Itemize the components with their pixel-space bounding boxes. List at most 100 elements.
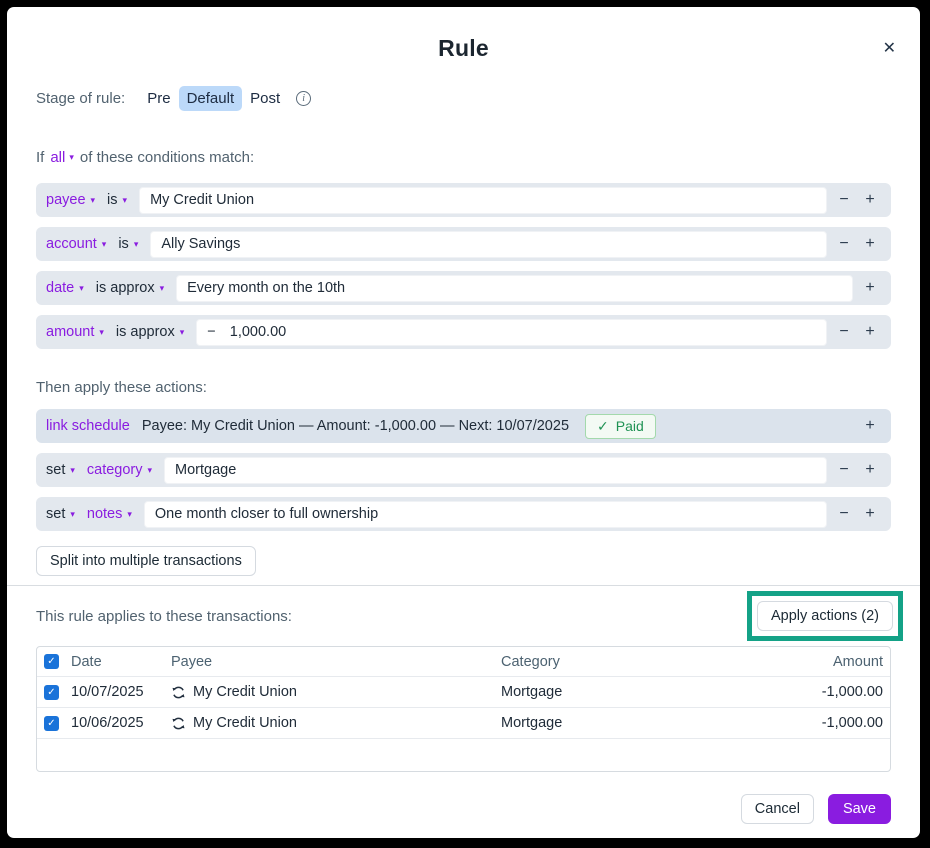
column-header-amount: Amount [833, 654, 883, 670]
conditions-heading: If all ▾ of these conditions match: [36, 149, 891, 166]
chevron-down-icon: ▾ [134, 240, 139, 249]
transaction-date: 10/07/2025 [71, 684, 171, 700]
select-all-checkbox[interactable]: ✓ [44, 654, 59, 669]
condition-op-label: is [107, 192, 117, 208]
stage-option-post[interactable]: Post [242, 86, 288, 111]
action-verb-label: set [46, 462, 65, 478]
stage-label: Stage of rule: [36, 90, 125, 107]
condition-op-select[interactable]: is approx ▾ [116, 324, 184, 340]
cancel-button[interactable]: Cancel [741, 794, 814, 824]
stage-option-default[interactable]: Default [179, 86, 243, 111]
action-value-input[interactable] [164, 457, 827, 484]
column-header-date: Date [71, 654, 171, 670]
remove-action-button[interactable]: − [831, 456, 857, 484]
condition-field-select[interactable]: payee ▾ [46, 192, 95, 208]
chevron-down-icon: ▾ [91, 196, 96, 205]
add-condition-button[interactable]: + [857, 230, 883, 258]
chevron-down-icon: ▾ [79, 284, 84, 293]
add-action-button[interactable]: + [857, 456, 883, 484]
action-field-select[interactable]: notes ▾ [87, 506, 132, 522]
remove-action-button[interactable]: − [831, 500, 857, 528]
check-icon: ✓ [47, 687, 55, 698]
link-schedule-button[interactable]: link schedule [46, 418, 130, 434]
transaction-amount: -1,000.00 [822, 684, 883, 700]
transaction-row[interactable]: ✓ 10/07/2025 My Credit Union Mortgage -1… [37, 676, 890, 707]
link-schedule-label: link schedule [46, 418, 130, 434]
modal-footer: Cancel Save [36, 794, 891, 824]
transactions-table-header: ✓ Date Payee Category Amount [37, 647, 890, 676]
transaction-row[interactable]: ✓ 10/06/2025 My Credit Union Mortgage -1… [37, 707, 890, 738]
action-field-label: notes [87, 506, 122, 522]
transaction-amount: -1,000.00 [822, 715, 883, 731]
chevron-down-icon: ▾ [148, 466, 153, 475]
condition-field-select[interactable]: amount ▾ [46, 324, 104, 340]
column-header-category: Category [501, 654, 833, 670]
remove-condition-button[interactable]: − [831, 186, 857, 214]
action-verb-select[interactable]: set ▾ [46, 506, 75, 522]
row-controls: − + [831, 500, 883, 528]
paid-status-badge: ✓ Paid [585, 414, 656, 439]
paid-badge-label: Paid [616, 418, 644, 434]
match-operator-value: all [50, 149, 65, 166]
add-action-button[interactable]: + [857, 500, 883, 528]
chevron-down-icon: ▾ [99, 328, 104, 337]
condition-field-label: payee [46, 192, 86, 208]
check-icon: ✓ [47, 718, 55, 729]
stage-option-pre[interactable]: Pre [139, 86, 178, 111]
recurring-icon [171, 685, 186, 700]
split-transactions-button[interactable]: Split into multiple transactions [36, 546, 256, 576]
action-field-label: category [87, 462, 143, 478]
chevron-down-icon: ▾ [160, 284, 165, 293]
condition-op-select[interactable]: is ▾ [118, 236, 138, 252]
condition-op-label: is [118, 236, 128, 252]
chevron-down-icon: ▾ [180, 328, 185, 337]
chevron-down-icon: ▾ [70, 510, 75, 519]
condition-value-input[interactable] [150, 231, 827, 258]
actions-list: link schedule Payee: My Credit Union — A… [36, 409, 891, 531]
chevron-down-icon: ▾ [127, 510, 132, 519]
action-verb-select[interactable]: set ▾ [46, 462, 75, 478]
close-icon[interactable]: ✕ [883, 41, 896, 57]
conditions-heading-prefix: If [36, 149, 44, 166]
action-field-select[interactable]: category ▾ [87, 462, 152, 478]
apply-actions-highlight-box: Apply actions (2) [747, 591, 903, 641]
recurring-icon [171, 716, 186, 731]
amount-value: 1,000.00 [230, 324, 286, 340]
add-action-button[interactable]: + [857, 412, 883, 440]
chevron-down-icon: ▾ [70, 466, 75, 475]
condition-row-amount: amount ▾ is approx ▾ − 1,000.00 − + [36, 315, 891, 349]
transactions-table: ✓ Date Payee Category Amount ✓ 10/07/202… [36, 646, 891, 772]
linked-schedule-row: link schedule Payee: My Credit Union — A… [36, 409, 891, 443]
condition-value-input[interactable] [176, 275, 853, 302]
condition-amount-field[interactable]: − 1,000.00 [196, 319, 827, 346]
chevron-down-icon: ▾ [102, 240, 107, 249]
add-condition-button[interactable]: + [857, 318, 883, 346]
condition-field-select[interactable]: account ▾ [46, 236, 106, 252]
transaction-payee: My Credit Union [193, 715, 297, 731]
section-divider [7, 585, 920, 586]
row-checkbox[interactable]: ✓ [44, 685, 59, 700]
row-controls: − + [831, 318, 883, 346]
add-condition-button[interactable]: + [857, 274, 883, 302]
row-controls: − + [831, 456, 883, 484]
add-condition-button[interactable]: + [857, 186, 883, 214]
apply-actions-button[interactable]: Apply actions (2) [757, 601, 893, 631]
remove-condition-button[interactable]: − [831, 318, 857, 346]
remove-condition-button[interactable]: − [831, 230, 857, 258]
schedule-description: Payee: My Credit Union — Amount: -1,000.… [142, 418, 569, 434]
condition-value-input[interactable] [139, 187, 827, 214]
transactions-header: This rule applies to these transactions:… [36, 591, 891, 641]
amount-sign-toggle[interactable]: − [207, 324, 215, 340]
row-checkbox[interactable]: ✓ [44, 716, 59, 731]
action-value-input[interactable] [144, 501, 827, 528]
condition-op-select[interactable]: is approx ▾ [96, 280, 164, 296]
condition-field-label: date [46, 280, 74, 296]
condition-row-account: account ▾ is ▾ − + [36, 227, 891, 261]
match-operator-select[interactable]: all ▾ [50, 149, 74, 166]
condition-op-select[interactable]: is ▾ [107, 192, 127, 208]
page-title: Rule [36, 35, 891, 62]
transaction-payee: My Credit Union [193, 684, 297, 700]
row-controls: − + [831, 186, 883, 214]
condition-field-select[interactable]: date ▾ [46, 280, 84, 296]
save-button[interactable]: Save [828, 794, 891, 824]
